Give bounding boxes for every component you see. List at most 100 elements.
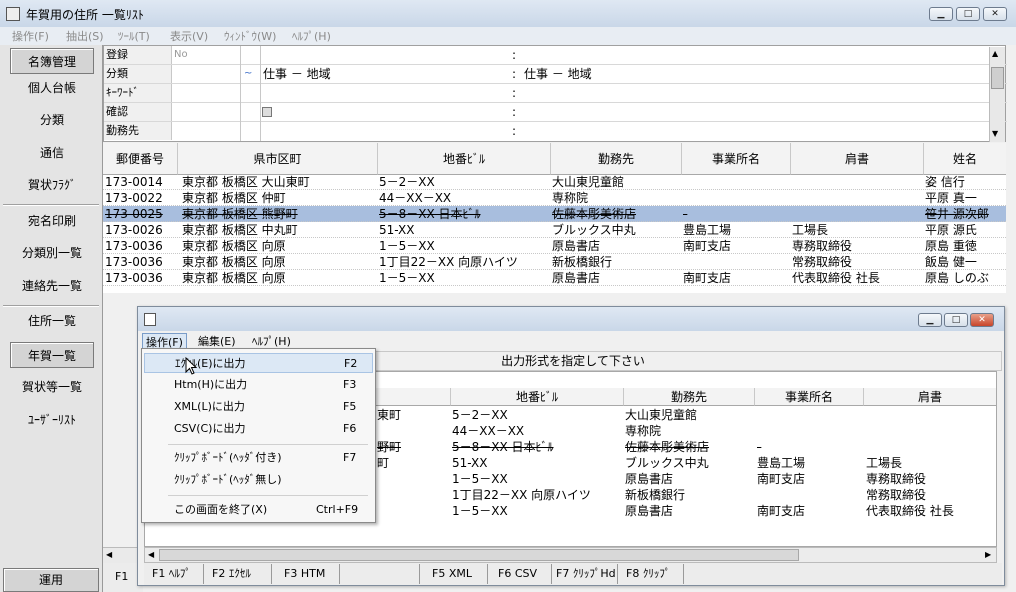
preview-cell: 1－5－XX: [452, 472, 508, 486]
cell-prefecture: 東京都 板橋区 仲町: [182, 191, 286, 205]
table-row[interactable]: 173-0036 東京都 板橋区 向原 1丁目22－XX 向原ハイツ 新板橋銀行…: [103, 254, 1006, 270]
header-workplace[interactable]: 勤務先: [551, 143, 682, 175]
preview-header-office[interactable]: 事業所名: [755, 388, 864, 406]
dialog-minimize-button[interactable]: ▁: [918, 313, 942, 327]
cell-name: 姿 信行: [925, 175, 965, 189]
menu-help[interactable]: ﾍﾙﾌﾟ(H): [292, 28, 331, 44]
menu-view[interactable]: 表示(V): [170, 28, 208, 44]
preview-cell: [377, 487, 447, 503]
main-fkey-f1[interactable]: F1: [115, 570, 128, 583]
menu-extract[interactable]: 抽出(S): [66, 28, 104, 44]
preview-header-title[interactable]: 肩書: [864, 388, 996, 406]
sidebar-item-roster[interactable]: 名簿管理: [10, 48, 94, 74]
table-row[interactable]: 173-0022 東京都 板橋区 仲町 44－XX－XX 専称院 平原 真一: [103, 190, 1006, 206]
sidebar-item-newyear-list[interactable]: 年賀一覧: [10, 342, 94, 368]
fkey-f7-clipboard-header[interactable]: F7 ｸﾘｯﾌﾟHd: [552, 564, 618, 584]
table-row[interactable]: 173-0014 東京都 板橋区 大山東町 5－2－XX 大山東児童館 姿 信行: [103, 174, 1006, 190]
cell-workplace: 佐藤本彫美術店: [552, 207, 637, 221]
sidebar-item-address-list[interactable]: 住所一覧: [10, 308, 94, 334]
table-row[interactable]: 173-0036 東京都 板橋区 向原 1－5－XX 原島書店 南町支店 代表取…: [103, 270, 1006, 286]
scroll-left-icon[interactable]: ◀: [106, 550, 112, 559]
sidebar-item-category[interactable]: 分類: [10, 107, 94, 133]
dialog-hscrollbar[interactable]: ◀ ▶: [144, 547, 997, 563]
preview-cell: [377, 471, 447, 487]
sidebar-item-card-flag[interactable]: 賀状ﾌﾗｸﾞ: [10, 172, 94, 198]
fkey-f8-clipboard[interactable]: F8 ｸﾘｯﾌﾟ: [622, 564, 684, 584]
menu-item-shortcut: F7: [343, 451, 357, 464]
fkey-f6-csv[interactable]: F6 CSV: [494, 564, 552, 584]
preview-cell: 1丁目22－XX 向原ハイツ: [452, 488, 591, 502]
fkey-f3-htm[interactable]: F3 HTM: [280, 564, 340, 584]
menu-window[interactable]: ｳｨﾝﾄﾞｳ(W): [224, 28, 276, 44]
dialog-close-button[interactable]: ✕: [970, 313, 994, 327]
cell-prefecture: 東京都 板橋区 大山東町: [182, 175, 310, 189]
menu-item-export-csv[interactable]: CSV(C)に出力 F6: [144, 419, 373, 439]
menu-item-label: ｸﾘｯﾌﾟﾎﾞｰﾄﾞ(ﾍｯﾀﾞ付き): [174, 451, 282, 464]
table-row-selected[interactable]: 173-0025 東京都 板橋区 熊野町 5－8－XX 日本ﾋﾞﾙ 佐藤本彫美術…: [103, 206, 1006, 222]
header-prefecture[interactable]: 県市区町: [178, 143, 378, 175]
close-button[interactable]: ✕: [983, 7, 1007, 21]
table-row[interactable]: 173-0026 東京都 板橋区 中丸町 51-XX ブルックス中丸 豊島工場 …: [103, 222, 1006, 238]
menu-item-shortcut: F6: [343, 422, 357, 435]
header-name[interactable]: 姓名: [924, 143, 1006, 175]
preview-header-workplace[interactable]: 勤務先: [624, 388, 755, 406]
menu-operation[interactable]: 操作(F): [12, 28, 49, 44]
menu-item-clipboard-with-header[interactable]: ｸﾘｯﾌﾟﾎﾞｰﾄﾞ(ﾍｯﾀﾞ付き) F7: [144, 448, 373, 468]
menu-item-clipboard-no-header[interactable]: ｸﾘｯﾌﾟﾎﾞｰﾄﾞ(ﾍｯﾀﾞ無し): [144, 470, 373, 490]
criteria-label: 勤務先: [104, 122, 172, 140]
sidebar-item-contact-list[interactable]: 連絡先一覧: [10, 273, 94, 299]
dialog-maximize-button[interactable]: □: [944, 313, 968, 327]
menu-item-close-screen[interactable]: この画面を終了(X) Ctrl+F9: [144, 500, 373, 520]
menu-item-export-excel[interactable]: ｴｸｾﾙ(E)に出力 F2: [144, 353, 373, 373]
fkey-f2-excel[interactable]: F2 ｴｸｾﾙ: [208, 564, 272, 584]
cell-name: 原島 しのぶ: [925, 271, 989, 285]
criteria-label: 分類: [104, 65, 172, 83]
cell-name: 原島 重徳: [925, 239, 977, 253]
menu-item-shortcut: F3: [343, 378, 357, 391]
preview-cell: 5－8－XX 日本ﾋﾞﾙ: [452, 440, 554, 454]
cell-postal: 173-0036: [105, 271, 163, 285]
sidebar-item-address-print[interactable]: 宛名印刷: [10, 208, 94, 234]
sidebar-item-user-list[interactable]: ﾕｰｻﾞｰﾘｽﾄ: [10, 407, 94, 433]
preview-header-address[interactable]: 地番ﾋﾞﾙ: [451, 388, 624, 406]
menu-item-export-htm[interactable]: Htm(H)に出力 F3: [144, 375, 373, 395]
header-office[interactable]: 事業所名: [682, 143, 791, 175]
scroll-thumb[interactable]: [159, 549, 799, 561]
preview-cell: 東町: [377, 408, 402, 422]
scroll-left-icon[interactable]: ◀: [148, 550, 154, 559]
fkey-f4-blank[interactable]: [344, 564, 420, 584]
scroll-right-icon[interactable]: ▶: [985, 550, 991, 559]
dialog-menu-help[interactable]: ﾍﾙﾌﾟ(H): [252, 333, 291, 349]
menu-separator: [168, 444, 368, 445]
criteria-scrollbar[interactable]: ▲ ▼: [989, 47, 1005, 142]
preview-cell: [757, 423, 864, 439]
cell-postal: 173-0025: [105, 207, 163, 221]
preview-cell: [866, 423, 996, 439]
preview-cell: 南町支店: [757, 504, 806, 518]
dialog-menu-edit[interactable]: 編集(E): [198, 333, 236, 349]
fkey-f1-help[interactable]: F1 ﾍﾙﾌﾟ: [148, 564, 204, 584]
table-row[interactable]: 173-0036 東京都 板橋区 向原 1－5－XX 原島書店 南町支店 専務取…: [103, 238, 1006, 254]
criteria-value-2[interactable]: 仕事 － 地域: [524, 65, 592, 83]
cell-postal: 173-0036: [105, 255, 163, 269]
header-postal-code[interactable]: 郵便番号: [103, 143, 178, 175]
preview-cell: [866, 407, 996, 423]
header-address[interactable]: 地番ﾋﾞﾙ: [378, 143, 551, 175]
maximize-button[interactable]: □: [956, 7, 980, 21]
sidebar-item-card-list[interactable]: 賀状等一覧: [10, 374, 94, 400]
scroll-thumb[interactable]: [991, 67, 1004, 89]
criteria-value[interactable]: 仕事 － 地域: [263, 65, 331, 83]
fkey-f5-xml[interactable]: F5 XML: [428, 564, 488, 584]
minimize-button[interactable]: ▁: [929, 7, 953, 21]
scroll-up-icon[interactable]: ▲: [992, 49, 998, 58]
header-title[interactable]: 肩書: [791, 143, 924, 175]
sidebar-operation-button[interactable]: 運用: [3, 568, 99, 592]
confirm-checkbox[interactable]: [262, 107, 272, 117]
preview-cell: 原島書店: [625, 472, 674, 486]
sidebar-item-personal-ledger[interactable]: 個人台帳: [10, 75, 94, 101]
sidebar-item-category-list[interactable]: 分類別一覧: [10, 240, 94, 266]
sidebar-item-communication[interactable]: 通信: [10, 140, 94, 166]
scroll-down-icon[interactable]: ▼: [992, 129, 998, 138]
menu-item-export-xml[interactable]: XML(L)に出力 F5: [144, 397, 373, 417]
menu-tools[interactable]: ﾂｰﾙ(T): [118, 28, 150, 44]
